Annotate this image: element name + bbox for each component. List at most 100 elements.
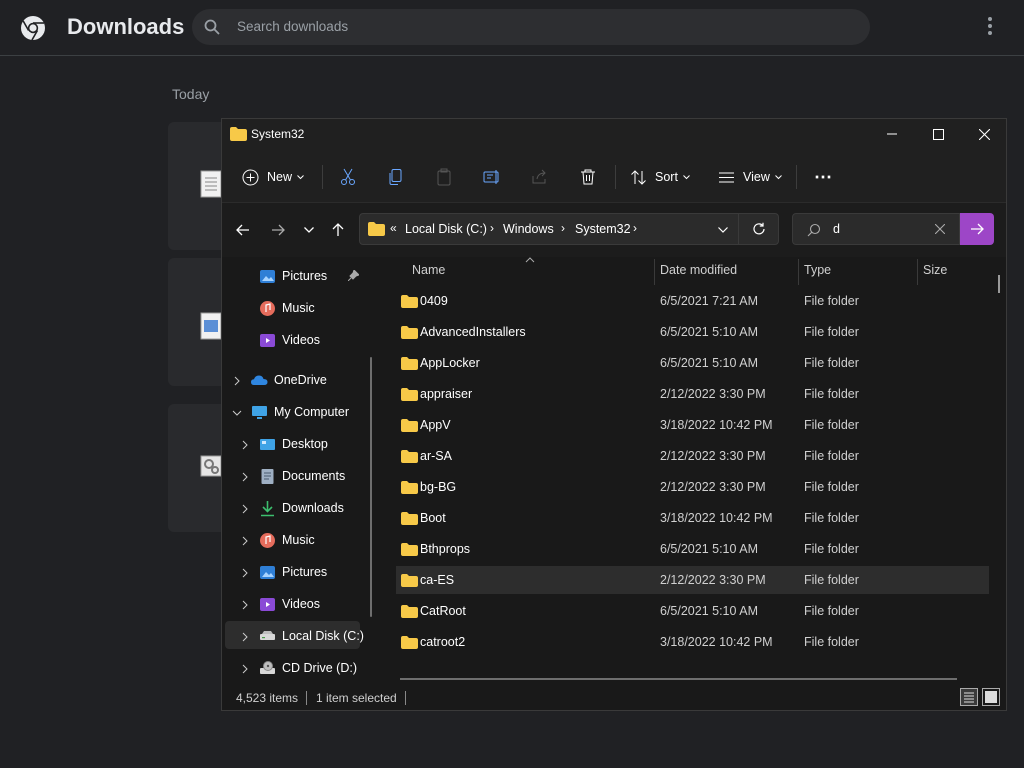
file-row[interactable]: appraiser 2/12/2022 3:30 PM File folder <box>396 380 989 408</box>
paste-button[interactable] <box>435 163 453 191</box>
folder-icon <box>401 419 418 432</box>
chevron-right-icon[interactable] <box>232 376 242 386</box>
file-row[interactable]: AdvancedInstallers 6/5/2021 5:10 AM File f… <box>396 318 989 346</box>
clear-icon[interactable] <box>935 224 945 234</box>
file-date: 2/12/2022 3:30 PM <box>660 387 766 401</box>
file-row[interactable]: bg-BG 2/12/2022 3:30 PM File folder <box>396 473 989 501</box>
share-icon <box>532 169 546 184</box>
sidebar-item-label: Music <box>282 301 315 315</box>
file-type: File folder <box>804 573 859 587</box>
crumb-separator[interactable]: › <box>633 221 637 235</box>
delete-button[interactable] <box>579 163 597 191</box>
crumb-windows[interactable]: Windows <box>503 222 554 236</box>
file-row[interactable]: catroot2 3/18/2022 10:42 PM File folder <box>396 628 989 656</box>
cut-button[interactable] <box>339 163 357 191</box>
sidebar-item-label: Pictures <box>282 565 328 579</box>
horizontal-scrollbar[interactable] <box>400 678 957 680</box>
file-row[interactable]: Bthprops 6/5/2021 5:10 AM File folder <box>396 535 989 563</box>
file-row[interactable]: AppV 3/18/2022 10:42 PM File folder <box>396 411 989 439</box>
crumb-separator[interactable]: › <box>490 221 494 235</box>
sidebar-item-videos[interactable]: Videos <box>259 327 320 353</box>
close-button[interactable] <box>961 119 1007 149</box>
maximize-button[interactable] <box>915 119 961 149</box>
file-row[interactable]: 0409 6/5/2021 7:21 AM File folder <box>396 287 989 315</box>
chevron-right-icon[interactable] <box>240 600 250 610</box>
download-arrow-icon <box>261 500 274 516</box>
crumb-local-disk[interactable]: Local Disk (C:) <box>405 222 487 236</box>
file-name: ca-ES <box>420 573 455 587</box>
copy-button[interactable] <box>387 163 405 191</box>
search-go-button[interactable] <box>960 213 994 245</box>
arrow-up-icon <box>332 223 344 236</box>
crumb-system32[interactable]: System32 <box>575 222 631 236</box>
chevron-right-icon[interactable] <box>240 664 250 674</box>
vertical-scrollbar[interactable] <box>998 275 1000 293</box>
downloads-search[interactable]: Search downloads <box>192 9 870 45</box>
chevron-right-icon[interactable] <box>240 440 250 450</box>
file-date: 3/18/2022 10:42 PM <box>660 511 773 525</box>
sidebar-item-pictures[interactable]: Pictures <box>259 263 327 289</box>
file-date: 2/12/2022 3:30 PM <box>660 449 766 463</box>
sidebar-item-my-computer[interactable]: My Computer <box>251 399 349 425</box>
sidebar-item-label: Documents <box>282 469 346 483</box>
sort-button[interactable]: Sort <box>630 163 690 191</box>
sidebar-item-videos-2[interactable]: Videos <box>259 591 320 617</box>
chevron-down-icon[interactable] <box>718 227 728 233</box>
column-header-date[interactable]: Date modified <box>660 263 737 277</box>
forward-button[interactable] <box>268 220 288 240</box>
refresh-icon[interactable] <box>752 222 766 236</box>
sidebar-scrollbar[interactable] <box>370 357 372 617</box>
file-row[interactable]: CatRoot 6/5/2021 5:10 AM File folder <box>396 597 989 625</box>
column-header-type[interactable]: Type <box>804 263 831 277</box>
file-type: File folder <box>804 418 859 432</box>
sidebar-item-pictures-2[interactable]: Pictures <box>259 559 327 585</box>
explorer-search-input[interactable]: d <box>792 213 960 245</box>
file-row[interactable]: AppLocker 6/5/2021 5:10 AM File folder <box>396 349 989 377</box>
share-button[interactable] <box>531 163 549 191</box>
back-button[interactable] <box>233 220 253 240</box>
sidebar-item-label: Pictures <box>282 269 328 283</box>
chevron-right-icon[interactable] <box>240 632 250 642</box>
sidebar-item-cd-drive[interactable]: CD Drive (D:) <box>259 655 357 681</box>
chevron-down-icon[interactable] <box>232 408 242 418</box>
column-header-name[interactable]: Name <box>412 263 445 277</box>
sidebar-item-documents[interactable]: Documents <box>259 463 345 489</box>
rename-icon <box>483 170 499 184</box>
file-name: CatRoot <box>420 604 466 618</box>
minimize-button[interactable] <box>869 119 915 149</box>
address-bar[interactable]: « Local Disk (C:) › Windows › System32 › <box>359 213 779 245</box>
sidebar-item-music-2[interactable]: Music <box>259 527 315 553</box>
search-value: d <box>833 222 840 236</box>
sidebar-item-downloads[interactable]: Downloads <box>259 495 344 521</box>
sort-label: Sort <box>655 170 678 184</box>
chevron-right-icon[interactable] <box>240 536 250 546</box>
chevron-right-icon[interactable] <box>240 472 250 482</box>
sidebar-item-desktop[interactable]: Desktop <box>259 431 328 457</box>
view-button[interactable]: View <box>718 163 782 191</box>
sidebar-item-music[interactable]: Music <box>259 295 315 321</box>
rename-button[interactable] <box>483 163 501 191</box>
see-more-button[interactable]: ⋯ <box>814 163 832 191</box>
chevron-right-icon[interactable] <box>240 568 250 578</box>
new-button[interactable]: New <box>242 163 304 191</box>
column-header-size[interactable]: Size <box>923 263 947 277</box>
folder-icon <box>230 127 247 141</box>
sidebar-item-local-disk[interactable]: Local Disk (C:) <box>259 623 364 649</box>
tiles-view-button[interactable] <box>982 688 1000 706</box>
details-view-button[interactable] <box>960 688 978 706</box>
recent-locations-button[interactable] <box>299 220 319 240</box>
more-options-icon[interactable] <box>983 17 997 39</box>
file-name: Boot <box>420 511 446 525</box>
pin-icon[interactable] <box>348 270 359 281</box>
sidebar-item-onedrive[interactable]: OneDrive <box>251 367 327 393</box>
file-row[interactable]: ca-ES 2/12/2022 3:30 PM File folder <box>396 566 989 594</box>
overflow-crumbs[interactable]: « <box>390 221 397 235</box>
file-row[interactable]: Boot 3/18/2022 10:42 PM File folder <box>396 504 989 532</box>
documents-icon <box>261 468 274 484</box>
up-button[interactable] <box>328 220 348 240</box>
file-row[interactable]: ar-SA 2/12/2022 3:30 PM File folder <box>396 442 989 470</box>
chevron-right-icon[interactable] <box>240 504 250 514</box>
crumb-separator[interactable]: › <box>561 221 565 235</box>
title-bar: System32 <box>222 119 1006 151</box>
chrome-logo-icon <box>21 16 45 41</box>
